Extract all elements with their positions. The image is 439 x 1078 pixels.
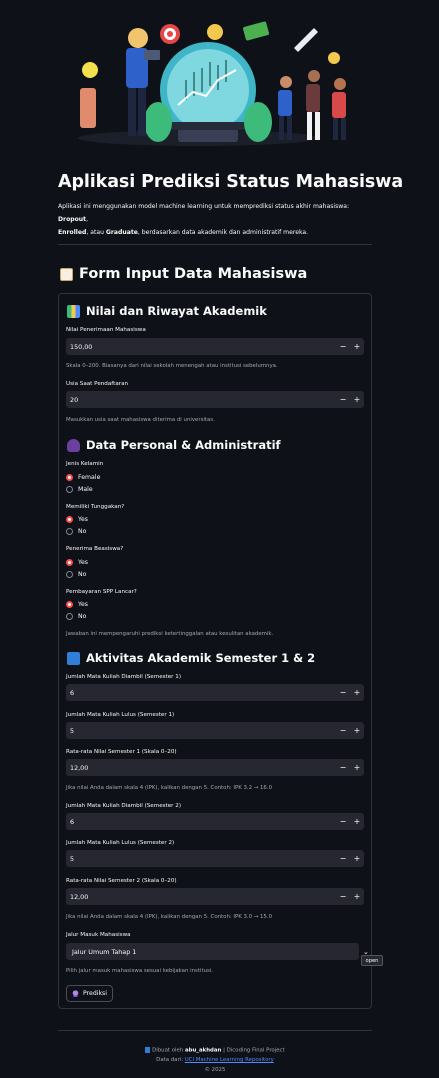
increment-button[interactable]: + <box>350 759 364 776</box>
approved1-label: Jumlah Mata Kuliah Lulus (Semester 1) <box>66 712 175 718</box>
radio-dot[interactable] <box>66 516 73 523</box>
radio-dot[interactable] <box>66 559 73 566</box>
section-personal-admin: Data Personal & Administratif <box>67 438 281 452</box>
radio-tuition-no[interactable]: No <box>66 613 86 620</box>
radio-female[interactable]: Female <box>66 474 100 481</box>
footer-credit: Dibuat oleh abu_akhdan | Dicoding Final … <box>58 1047 372 1054</box>
data-source-link[interactable]: UCI Machine Learning Repository <box>185 1057 274 1063</box>
radio-dot[interactable] <box>66 613 73 620</box>
predict-button[interactable]: Prediksi <box>66 985 113 1002</box>
enrolled1-input[interactable]: 6 − + <box>66 684 364 701</box>
decrement-button[interactable]: − <box>336 759 350 776</box>
grade1-label: Rata-rata Nilai Semester 1 (Skala 0–20) <box>66 749 177 755</box>
radio-dot[interactable] <box>66 601 73 608</box>
decrement-button[interactable]: − <box>336 338 350 355</box>
page-title: Aplikasi Prediksi Status Mahasiswa <box>58 172 404 192</box>
enrolled1-label: Jumlah Mata Kuliah Diambil (Semester 1) <box>66 674 182 680</box>
radio-dot[interactable] <box>66 528 73 535</box>
debtor-label: Memiliki Tunggakan? <box>66 504 125 510</box>
memo-icon <box>60 267 73 281</box>
author-name: abu_akhdan <box>184 1047 222 1054</box>
blue-book-icon <box>67 651 80 665</box>
increment-button[interactable]: + <box>350 338 364 355</box>
gender-label: Jenis Kelamin <box>66 461 104 467</box>
person-icon <box>67 438 80 452</box>
admission-mode-select[interactable]: Jalur Umum Tahap 1 <box>66 943 359 960</box>
decrement-button[interactable]: − <box>336 888 350 905</box>
age-label: Usia Saat Pendaftaran <box>66 381 129 387</box>
decrement-button[interactable]: − <box>336 813 350 830</box>
grade2-input[interactable]: 12,00 − + <box>66 888 364 905</box>
section-semester-activity: Aktivitas Akademik Semester 1 & 2 <box>67 651 315 665</box>
footer-divider <box>58 1030 372 1031</box>
increment-button[interactable]: + <box>350 391 364 408</box>
grade1-help: Jika nilai Anda dalam skala 4 (IPK), kal… <box>66 785 272 791</box>
form-title: Form Input Data Mahasiswa <box>60 266 307 282</box>
radio-debtor-no[interactable]: No <box>66 528 86 535</box>
radio-tuition-yes[interactable]: Yes <box>66 601 88 608</box>
increment-button[interactable]: + <box>350 888 364 905</box>
increment-button[interactable]: + <box>350 813 364 830</box>
approved2-input[interactable]: 5 − + <box>66 850 364 867</box>
page-intro: Aplikasi ini menggunakan model machine l… <box>58 203 350 236</box>
admission-grade-label: Nilai Penerimaan Mahasiswa <box>66 327 146 333</box>
section-academic-history: Nilai dan Riwayat Akademik <box>67 304 267 318</box>
book-icon <box>145 1047 151 1053</box>
footer-copyright: © 2025 <box>204 1067 226 1073</box>
age-input[interactable]: 20 − + <box>66 391 364 408</box>
age-help: Masukkan usia saat mahasiswa diterima di… <box>66 417 215 423</box>
crystal-ball-icon <box>72 990 79 997</box>
radio-scholarship-no[interactable]: No <box>66 571 86 578</box>
admission-grade-help: Skala 0–200. Biasanya dari nilai sekolah… <box>66 363 278 369</box>
enrolled2-input[interactable]: 6 − + <box>66 813 364 830</box>
radio-dot[interactable] <box>66 571 73 578</box>
grade1-input[interactable]: 12,00 − + <box>66 759 364 776</box>
admission-mode-label: Jalur Masuk Mahasiswa <box>66 932 131 938</box>
grade2-help: Jika nilai Anda dalam skala 4 (IPK), kal… <box>66 914 272 920</box>
divider <box>58 244 372 245</box>
scholarship-label: Penerima Beasiswa? <box>66 546 124 552</box>
radio-male[interactable]: Male <box>66 486 93 493</box>
tuition-label: Pembayaran SPP Lancar? <box>66 589 137 595</box>
admission-grade-input[interactable]: 150,00 − + <box>66 338 364 355</box>
decrement-button[interactable]: − <box>336 850 350 867</box>
hero-illustration <box>78 21 346 146</box>
decrement-button[interactable]: − <box>336 391 350 408</box>
approved2-label: Jumlah Mata Kuliah Lulus (Semester 2) <box>66 840 175 846</box>
increment-button[interactable]: + <box>350 684 364 701</box>
open-tooltip: open <box>361 955 383 966</box>
radio-dot[interactable] <box>66 486 73 493</box>
increment-button[interactable]: + <box>350 722 364 739</box>
decrement-button[interactable]: − <box>336 722 350 739</box>
decrement-button[interactable]: − <box>336 684 350 701</box>
admission-mode-help: Pilih jalur masuk mahasiswa sesuai kebij… <box>66 968 214 974</box>
footer-data-source: Data dari: UCI Machine Learning Reposito… <box>156 1057 274 1063</box>
increment-button[interactable]: + <box>350 850 364 867</box>
approved1-input[interactable]: 5 − + <box>66 722 364 739</box>
radio-debtor-yes[interactable]: Yes <box>66 516 88 523</box>
books-icon <box>67 304 80 318</box>
personal-help: Jawaban ini mempengaruhi prediksi ketert… <box>66 631 274 637</box>
grade2-label: Rata-rata Nilai Semester 2 (Skala 0–20) <box>66 878 177 884</box>
enrolled2-label: Jumlah Mata Kuliah Diambil (Semester 2) <box>66 803 182 809</box>
radio-dot[interactable] <box>66 474 73 481</box>
radio-scholarship-yes[interactable]: Yes <box>66 559 88 566</box>
